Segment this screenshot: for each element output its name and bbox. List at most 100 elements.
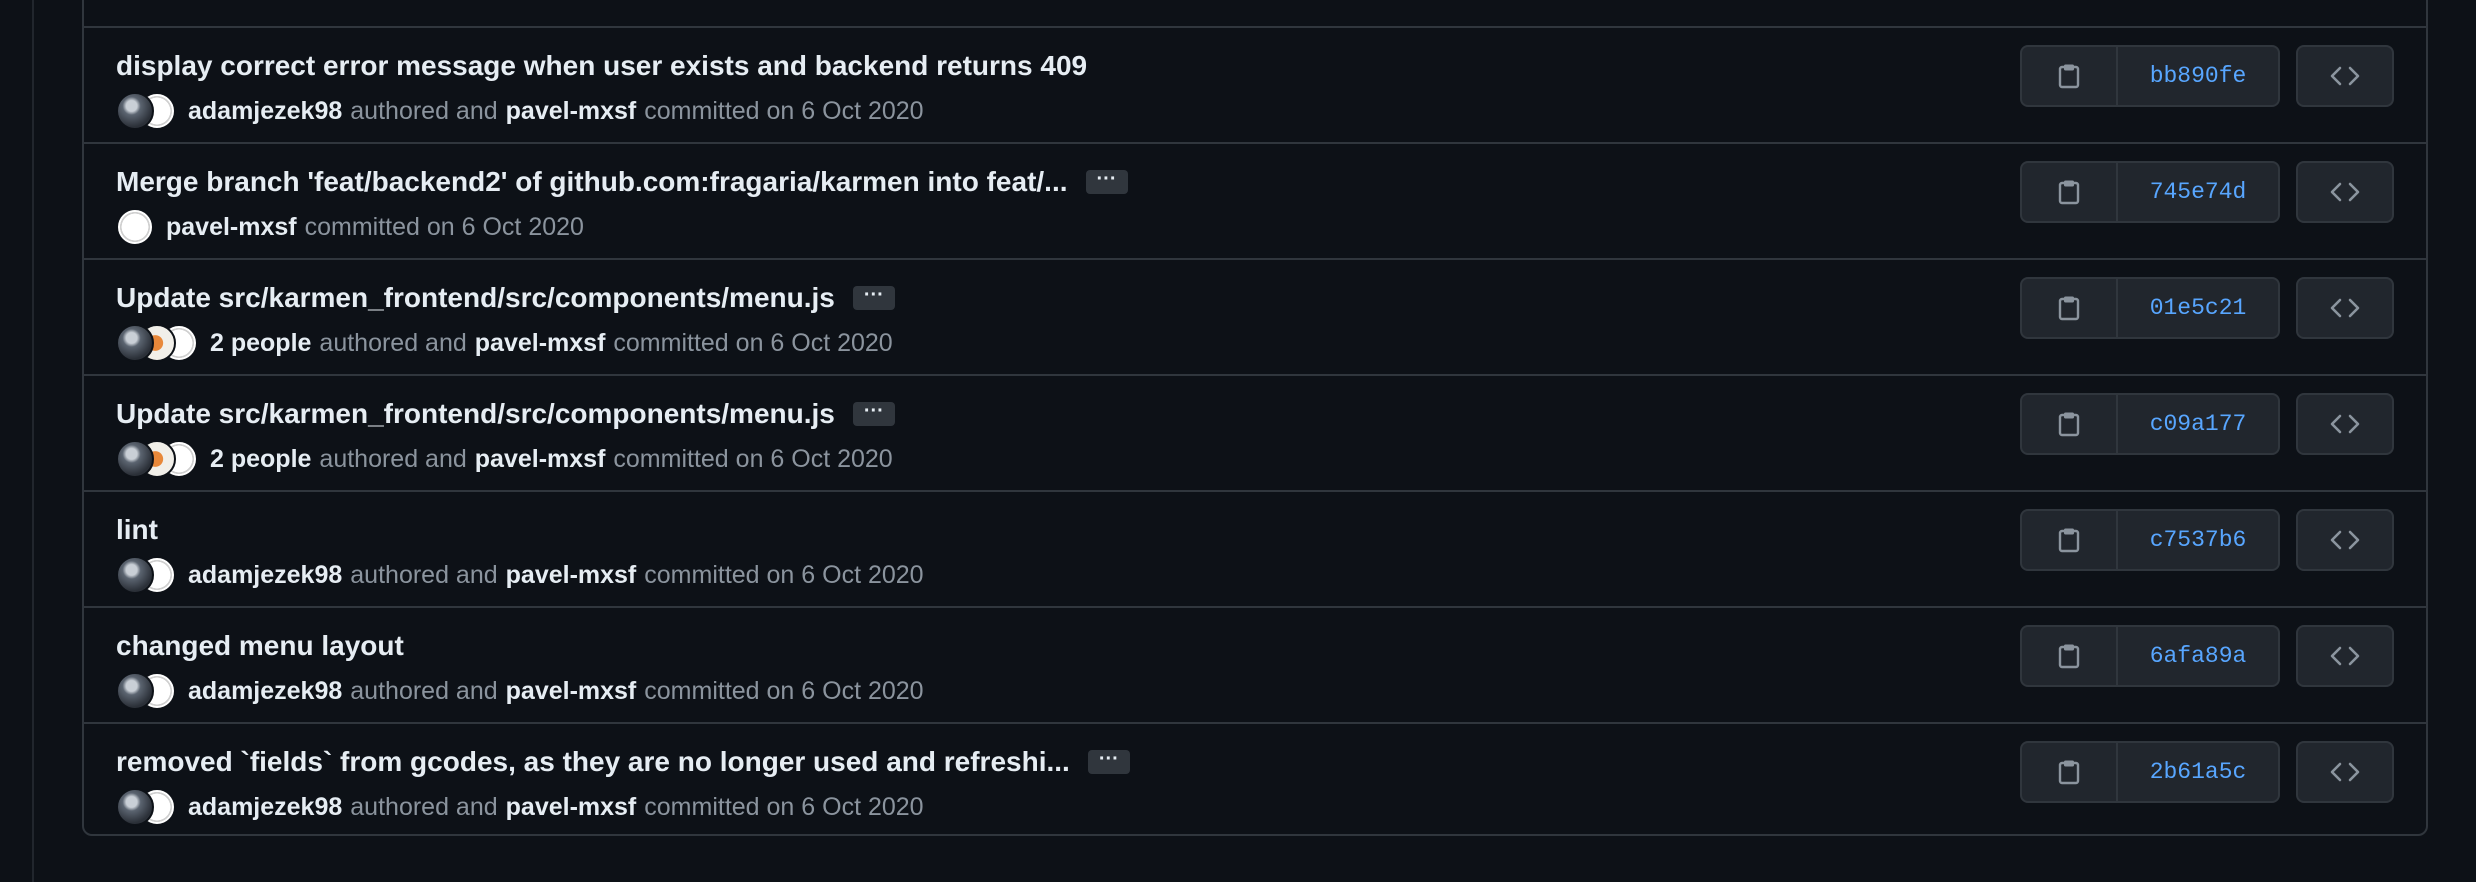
clipboard-icon (2058, 64, 2080, 89)
avatar-stack[interactable] (116, 324, 198, 362)
author-link[interactable]: adamjezek98 (188, 793, 342, 822)
commit-row: Update src/karmen_frontend/src/component… (84, 258, 2426, 374)
authored-text: authored and (350, 560, 498, 589)
sha-button-group: 01e5c21 (2020, 277, 2280, 339)
browse-repo-button[interactable] (2296, 45, 2394, 107)
expand-message-button[interactable]: ··· (852, 401, 895, 426)
commit-sha-link[interactable]: 2b61a5c (2118, 743, 2278, 801)
sha-button-group: c7537b6 (2020, 509, 2280, 571)
author-link[interactable]: adamjezek98 (188, 561, 342, 590)
expand-message-button[interactable]: ··· (852, 285, 895, 310)
code-icon (2330, 646, 2360, 666)
avatar-stack[interactable] (116, 208, 154, 246)
commit-sha-link[interactable]: 01e5c21 (2118, 279, 2278, 337)
copy-sha-button[interactable] (2022, 279, 2118, 337)
author-link[interactable]: adamjezek98 (188, 97, 342, 126)
commit-title-link[interactable]: lint (116, 514, 158, 546)
commit-actions: bb890fe (2020, 45, 2394, 107)
avatar[interactable] (116, 672, 154, 710)
avatar-stack[interactable] (116, 92, 176, 130)
copy-sha-button[interactable] (2022, 163, 2118, 221)
commit-title-link[interactable]: Update src/karmen_frontend/src/component… (116, 282, 835, 314)
commit-sha-link[interactable]: c7537b6 (2118, 511, 2278, 569)
commit-actions: c09a177 (2020, 393, 2394, 455)
copy-sha-button[interactable] (2022, 47, 2118, 105)
commit-title-link[interactable]: Update src/karmen_frontend/src/component… (116, 398, 835, 430)
authored-text: authored and (350, 96, 498, 125)
code-icon (2330, 414, 2360, 434)
browse-repo-button[interactable] (2296, 277, 2394, 339)
avatar[interactable] (116, 324, 154, 362)
avatar[interactable] (116, 92, 154, 130)
browse-repo-button[interactable] (2296, 393, 2394, 455)
commit-actions: 2b61a5c (2020, 741, 2394, 803)
committer-link[interactable]: pavel-mxsf (475, 445, 606, 474)
commit-meta: adamjezek98 authored and pavel-mxsf comm… (116, 670, 924, 712)
copy-sha-button[interactable] (2022, 627, 2118, 685)
clipboard-icon (2058, 412, 2080, 437)
committer-link[interactable]: pavel-mxsf (475, 329, 606, 358)
committed-date: committed on 6 Oct 2020 (644, 792, 924, 821)
expand-message-button[interactable]: ··· (1085, 169, 1128, 194)
copy-sha-button[interactable] (2022, 395, 2118, 453)
copy-sha-button[interactable] (2022, 743, 2118, 801)
commit-actions: 6afa89a (2020, 625, 2394, 687)
avatar-stack[interactable] (116, 440, 198, 478)
author-link[interactable]: adamjezek98 (188, 677, 342, 706)
authored-text: authored and (350, 792, 498, 821)
code-icon (2330, 298, 2360, 318)
authors-link[interactable]: 2 people (210, 329, 311, 358)
commit-row: changed menu layout adamjezek98 authored… (84, 606, 2426, 722)
commit-actions: 745e74d (2020, 161, 2394, 223)
commit-title-link[interactable]: display correct error message when user … (116, 50, 1087, 82)
authors-link[interactable]: 2 people (210, 445, 311, 474)
browse-repo-button[interactable] (2296, 625, 2394, 687)
committer-link[interactable]: pavel-mxsf (166, 213, 297, 242)
committed-date: committed on 6 Oct 2020 (644, 96, 924, 125)
committed-date: committed on 6 Oct 2020 (613, 328, 893, 357)
commit-row: Merge branch 'feat/backend2' of github.c… (84, 142, 2426, 258)
commit-title-link[interactable]: Merge branch 'feat/backend2' of github.c… (116, 166, 1068, 198)
authored-text: authored and (319, 328, 467, 357)
clipboard-icon (2058, 528, 2080, 553)
avatar-stack[interactable] (116, 556, 176, 594)
avatar[interactable] (116, 788, 154, 826)
browse-repo-button[interactable] (2296, 161, 2394, 223)
committed-date: committed on 6 Oct 2020 (644, 560, 924, 589)
committer-link[interactable]: pavel-mxsf (506, 793, 637, 822)
commit-meta: adamjezek98 authored and pavel-mxsf comm… (116, 90, 924, 132)
commit-meta: adamjezek98 authored and pavel-mxsf comm… (116, 554, 924, 596)
committer-link[interactable]: pavel-mxsf (506, 561, 637, 590)
committer-link[interactable]: pavel-mxsf (506, 97, 637, 126)
browse-repo-button[interactable] (2296, 509, 2394, 571)
commit-title-link[interactable]: changed menu layout (116, 630, 404, 662)
copy-sha-button[interactable] (2022, 511, 2118, 569)
commit-sha-link[interactable]: 6afa89a (2118, 627, 2278, 685)
clipboard-icon (2058, 180, 2080, 205)
avatar[interactable] (116, 556, 154, 594)
authored-text: authored and (319, 444, 467, 473)
commit-sha-link[interactable]: bb890fe (2118, 47, 2278, 105)
code-icon (2330, 530, 2360, 550)
sha-button-group: 745e74d (2020, 161, 2280, 223)
committed-date: committed on 6 Oct 2020 (304, 212, 584, 241)
commit-row: display correct error message when user … (84, 26, 2426, 142)
commit-actions: c7537b6 (2020, 509, 2394, 571)
browse-repo-button[interactable] (2296, 741, 2394, 803)
committer-link[interactable]: pavel-mxsf (506, 677, 637, 706)
avatar[interactable] (116, 208, 154, 246)
commit-row: Update src/karmen_frontend/src/component… (84, 374, 2426, 490)
commit-actions: 01e5c21 (2020, 277, 2394, 339)
avatar[interactable] (116, 440, 154, 478)
commit-title-link[interactable]: removed `fields` from gcodes, as they ar… (116, 746, 1070, 778)
commit-row: lint adamjezek98 authored and pavel-mxsf… (84, 490, 2426, 606)
expand-message-button[interactable]: ··· (1087, 749, 1130, 774)
code-icon (2330, 66, 2360, 86)
code-icon (2330, 182, 2360, 202)
commit-sha-link[interactable]: 745e74d (2118, 163, 2278, 221)
commit-meta: pavel-mxsf committed on 6 Oct 2020 (116, 206, 584, 248)
commit-sha-link[interactable]: c09a177 (2118, 395, 2278, 453)
avatar-stack[interactable] (116, 672, 176, 710)
commit-row: removed `fields` from gcodes, as they ar… (84, 722, 2426, 834)
avatar-stack[interactable] (116, 788, 176, 826)
